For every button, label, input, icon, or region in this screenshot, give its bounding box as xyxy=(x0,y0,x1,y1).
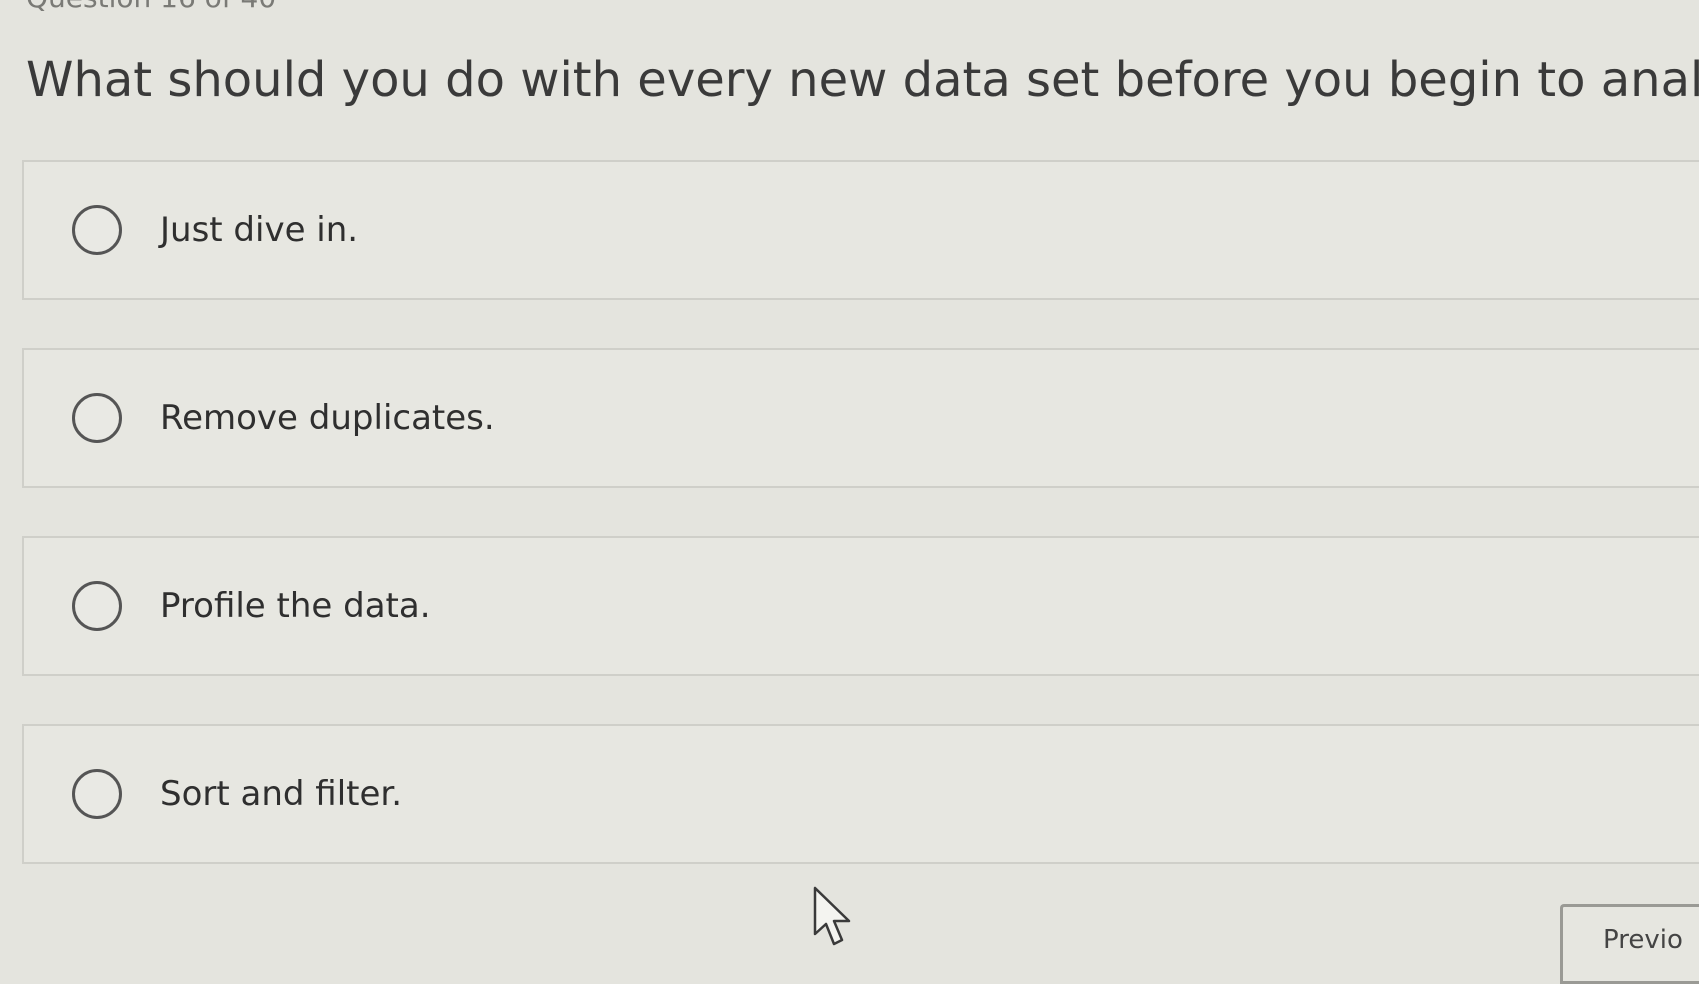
question-counter: Question 16 of 40 xyxy=(26,0,276,12)
choice-label: Remove duplicates. xyxy=(160,398,495,438)
previous-button-label: Previo xyxy=(1603,925,1683,955)
choice-option-4[interactable]: Sort and filter. xyxy=(22,724,1699,864)
radio-unselected-icon[interactable] xyxy=(72,205,122,255)
question-text: What should you do with every new data s… xyxy=(26,52,1699,108)
choice-label: Profile the data. xyxy=(160,586,431,626)
choice-option-3[interactable]: Profile the data. xyxy=(22,536,1699,676)
choice-label: Just dive in. xyxy=(160,210,359,250)
previous-button[interactable]: Previo xyxy=(1560,904,1699,984)
choice-label: Sort and filter. xyxy=(160,774,403,814)
mouse-pointer-icon xyxy=(813,886,851,946)
choice-option-1[interactable]: Just dive in. xyxy=(22,160,1699,300)
radio-unselected-icon[interactable] xyxy=(72,393,122,443)
radio-unselected-icon[interactable] xyxy=(72,581,122,631)
radio-unselected-icon[interactable] xyxy=(72,769,122,819)
choice-option-2[interactable]: Remove duplicates. xyxy=(22,348,1699,488)
